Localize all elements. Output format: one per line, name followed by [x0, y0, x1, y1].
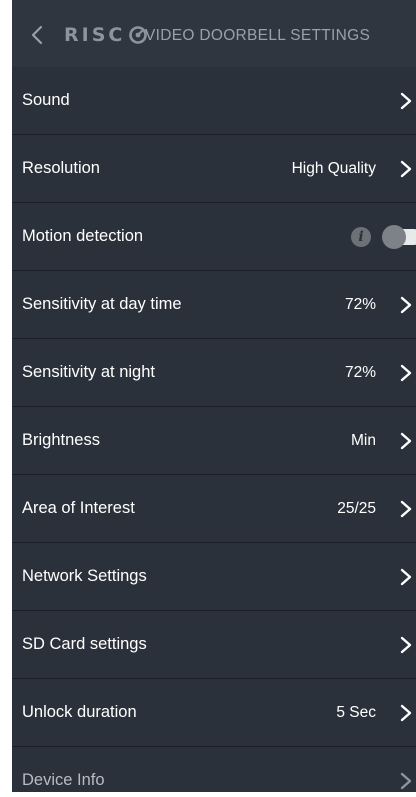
setting-row-sensitivity-day[interactable]: Sensitivity at day time 72%: [12, 271, 416, 339]
chevron-right-icon: [400, 772, 412, 789]
setting-value: 72%: [344, 363, 376, 381]
setting-row-sound[interactable]: Sound: [12, 67, 416, 135]
settings-screen: RISC VIDEO DOORBELL SETTINGS Sound Resol…: [12, 0, 416, 792]
setting-label: Area of Interest: [22, 499, 135, 517]
setting-row-sensitivity-night[interactable]: Sensitivity at night 72%: [12, 339, 416, 407]
back-button[interactable]: [26, 22, 48, 48]
chevron-right-icon: [400, 704, 412, 721]
setting-value: 25/25: [337, 499, 376, 517]
chevron-right-icon: [400, 568, 412, 585]
setting-label: Network Settings: [22, 567, 147, 585]
setting-label: Brightness: [22, 431, 100, 449]
chevron-right-icon: [400, 432, 412, 449]
chevron-right-icon: [400, 500, 412, 517]
chevron-left-icon: [31, 25, 43, 45]
setting-row-sd-card-settings[interactable]: SD Card settings: [12, 611, 416, 679]
motion-detection-toggle[interactable]: [382, 224, 416, 249]
setting-row-motion-detection: Motion detection i: [12, 203, 416, 271]
chevron-right-icon: [400, 92, 412, 109]
top-bar: RISC VIDEO DOORBELL SETTINGS: [12, 0, 416, 70]
setting-value: High Quality: [291, 159, 376, 177]
setting-row-brightness[interactable]: Brightness Min: [12, 407, 416, 475]
risco-logo: RISC: [64, 24, 148, 46]
setting-value: 5 Sec: [336, 703, 376, 721]
setting-value: Min: [351, 431, 376, 449]
setting-label: Sensitivity at night: [22, 363, 155, 381]
info-icon[interactable]: i: [351, 226, 371, 247]
chevron-right-icon: [400, 160, 412, 177]
setting-value: 72%: [344, 295, 376, 313]
setting-row-unlock-duration[interactable]: Unlock duration 5 Sec: [12, 679, 416, 747]
page-title: VIDEO DOORBELL SETTINGS: [145, 27, 371, 44]
logo-text: RISC: [64, 24, 126, 46]
setting-row-network-settings[interactable]: Network Settings: [12, 543, 416, 611]
settings-list: Sound Resolution High Quality Motion det…: [12, 67, 416, 792]
setting-row-area-of-interest[interactable]: Area of Interest 25/25: [12, 475, 416, 543]
setting-label: SD Card settings: [22, 635, 147, 653]
setting-label: Sensitivity at day time: [22, 295, 182, 313]
chevron-right-icon: [400, 364, 412, 381]
setting-label: Device Info: [22, 771, 105, 789]
chevron-right-icon: [400, 636, 412, 653]
chevron-right-icon: [400, 296, 412, 313]
toggle-knob: [382, 224, 406, 249]
setting-label: Sound: [22, 91, 70, 109]
setting-row-resolution[interactable]: Resolution High Quality: [12, 135, 416, 203]
setting-label: Resolution: [22, 159, 100, 177]
setting-label: Unlock duration: [22, 703, 137, 721]
setting-row-device-info[interactable]: Device Info: [12, 747, 416, 792]
setting-label: Motion detection: [22, 227, 144, 245]
